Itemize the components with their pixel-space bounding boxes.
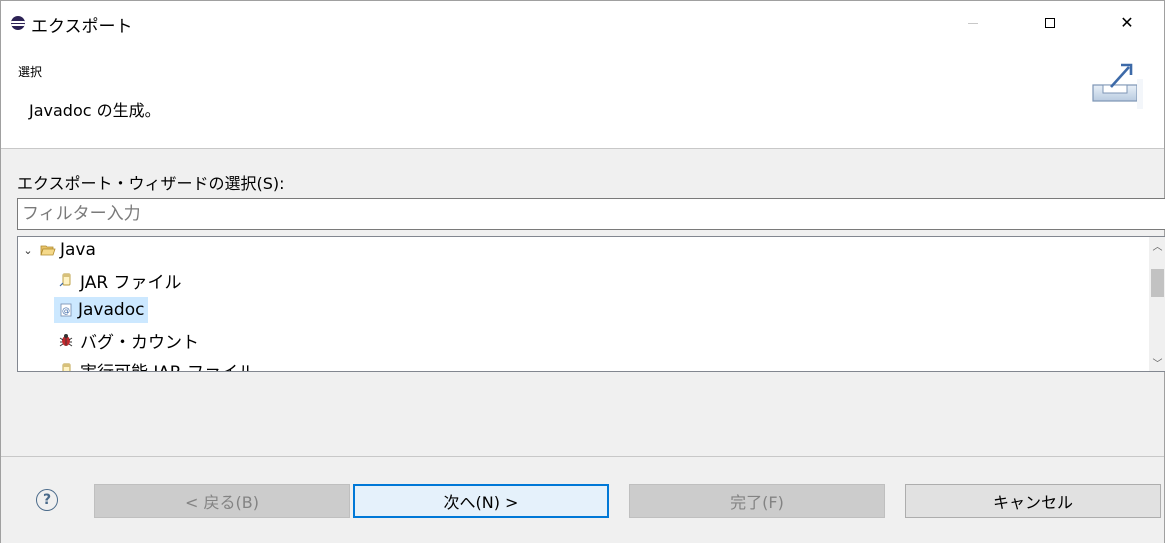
tree-item-label: Java [60, 240, 96, 260]
tree-item-javadoc[interactable]: @ Javadoc [54, 297, 149, 323]
page-title: 選択 [18, 65, 43, 79]
export-wizard-icon [1092, 63, 1143, 109]
wizard-tree[interactable]: ⌄ Java JAR ファイル @ Javadoc バグ・カウント ︿ ﹀ [17, 236, 1165, 372]
folder-open-icon [40, 245, 56, 256]
tree-item-runnable-jar[interactable]: 実行可能 JAR ファイル [58, 357, 257, 372]
button-bar: ? < 戻る(B) 次へ(N) > 完了(F) キャンセル [1, 456, 1164, 543]
title-bar: エクスポート ✕ [1, 1, 1164, 45]
tree-item-bug-count[interactable]: バグ・カウント [58, 327, 201, 353]
svg-text:@: @ [62, 306, 70, 315]
page-description: Javadoc の生成。 [29, 101, 161, 120]
jar-icon [59, 273, 71, 287]
tree-item-label: 実行可能 JAR ファイル [78, 357, 257, 372]
back-button[interactable]: < 戻る(B) [94, 484, 350, 518]
minimize-icon [968, 22, 978, 24]
scroll-up-icon[interactable]: ︿ [1149, 237, 1165, 254]
scroll-thumb[interactable] [1151, 269, 1164, 297]
tree-item-java[interactable]: ⌄ Java [22, 237, 98, 263]
minimize-button[interactable] [950, 1, 996, 45]
tree-item-label: バグ・カウント [80, 332, 199, 353]
wizard-body: エクスポート・ウィザードの選択(S): ⌄ Java JAR ファイル [1, 150, 1165, 456]
tree-scrollbar[interactable]: ︿ ﹀ [1149, 237, 1165, 371]
cancel-button[interactable]: キャンセル [905, 484, 1161, 518]
tree-item-label: Javadoc [78, 300, 145, 320]
javadoc-icon: @ [60, 303, 72, 317]
wizard-header: 選択 Javadoc の生成。 [1, 45, 1164, 149]
next-button[interactable]: 次へ(N) > [353, 484, 609, 518]
filter-input[interactable] [17, 198, 1165, 230]
scroll-down-icon[interactable]: ﹀ [1149, 354, 1165, 371]
tree-item-jar-file[interactable]: JAR ファイル [58, 267, 184, 293]
maximize-icon [1045, 18, 1055, 28]
eclipse-app-icon [11, 16, 25, 30]
window-title: エクスポート [31, 17, 133, 37]
close-icon: ✕ [1120, 13, 1134, 32]
bug-icon [59, 334, 73, 347]
chevron-down-icon[interactable]: ⌄ [22, 237, 34, 263]
close-button[interactable]: ✕ [1104, 1, 1150, 45]
jar-icon [62, 363, 71, 371]
wizard-selection-label: エクスポート・ウィザードの選択(S): [17, 174, 285, 193]
maximize-button[interactable] [1027, 1, 1073, 45]
export-dialog: エクスポート ✕ 選択 Javadoc の生成。 エクスポート・ウィザードの選択… [0, 0, 1165, 543]
tree-item-label: JAR ファイル [80, 272, 182, 293]
finish-button[interactable]: 完了(F) [629, 484, 885, 518]
help-icon[interactable]: ? [36, 489, 58, 511]
